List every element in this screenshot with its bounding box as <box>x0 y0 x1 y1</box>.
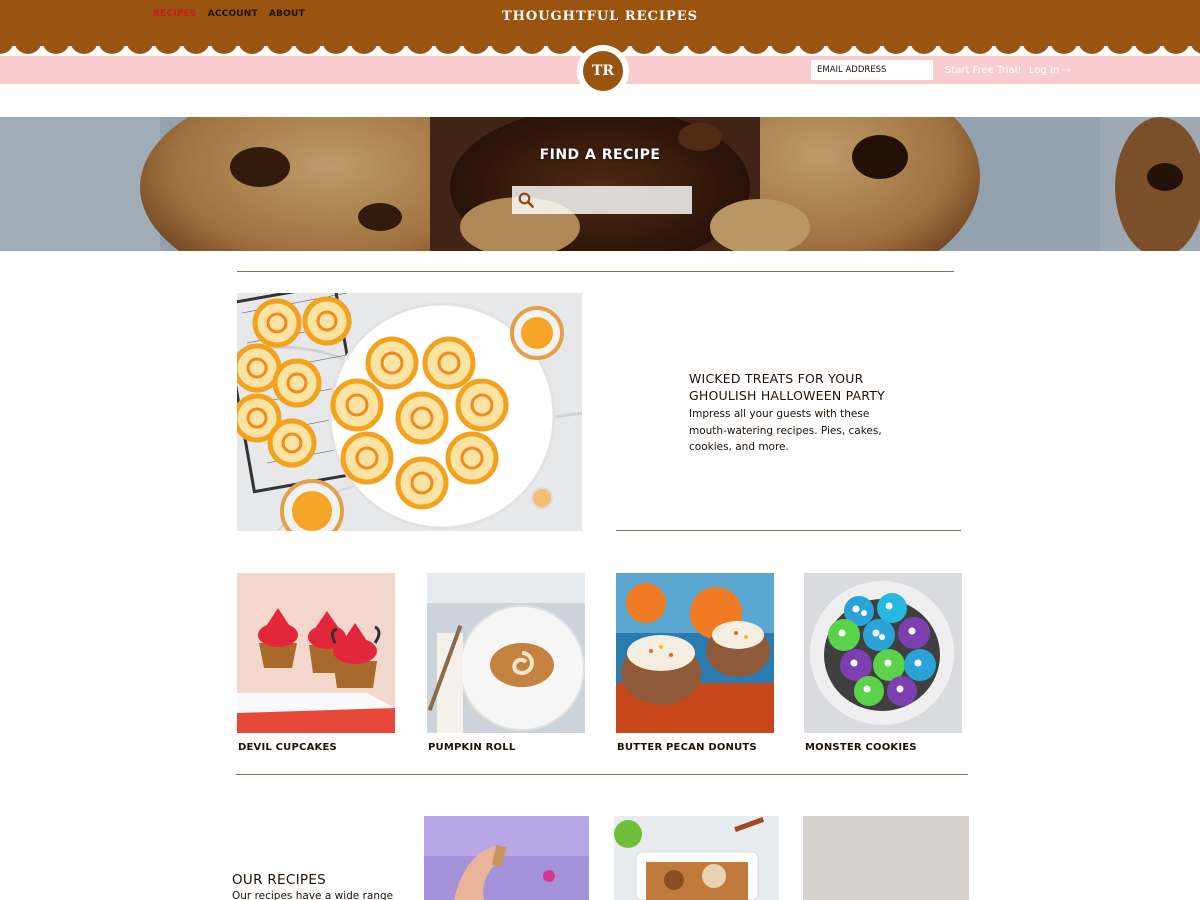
nav-link-about[interactable]: ABOUT <box>269 9 305 19</box>
monster-cookies-image[interactable] <box>804 573 962 733</box>
recipe-thumbnail[interactable] <box>614 816 779 900</box>
login-link[interactable]: Log in → <box>1029 65 1071 76</box>
search-icon[interactable] <box>512 186 540 214</box>
recipe-thumbnail[interactable] <box>424 816 589 900</box>
recipe-card[interactable]: PUMPKIN ROLL <box>427 573 585 753</box>
email-field[interactable] <box>811 60 933 80</box>
divider <box>616 530 961 531</box>
card-title[interactable]: DEVIL CUPCAKES <box>237 742 395 753</box>
card-title[interactable]: PUMPKIN ROLL <box>427 742 585 753</box>
devil-cupcakes-image[interactable] <box>237 573 395 733</box>
nav-link-recipes[interactable]: RECIPES <box>153 9 197 19</box>
recipe-search[interactable] <box>512 186 692 214</box>
pumpkin-roll-image[interactable] <box>427 573 585 733</box>
hero-banner <box>0 117 1200 251</box>
hero-cookie-image <box>0 117 1200 251</box>
recipe-card[interactable]: BUTTER PECAN DONUTS <box>616 573 774 753</box>
recipe-card[interactable]: MONSTER COOKIES <box>804 573 962 753</box>
our-recipes-description: Our recipes have a wide range <box>232 890 394 900</box>
feature-image[interactable] <box>237 293 582 531</box>
divider <box>236 774 968 775</box>
nav-link-account[interactable]: ACCOUNT <box>208 9 258 19</box>
main-nav: RECIPES ACCOUNT ABOUT <box>153 9 305 19</box>
feature-title[interactable]: WICKED TREATS FOR YOUR GHOULISH HALLOWEE… <box>689 370 899 404</box>
divider <box>237 271 954 272</box>
search-input[interactable] <box>540 186 692 214</box>
feature-description: Impress all your guests with these mouth… <box>689 408 882 453</box>
card-title[interactable]: BUTTER PECAN DONUTS <box>616 742 774 753</box>
start-trial-link[interactable]: Start Free Trial! <box>945 65 1021 76</box>
site-logo[interactable]: TR <box>581 49 625 93</box>
hero-title: FIND A RECIPE <box>539 147 661 163</box>
butter-pecan-donuts-image[interactable] <box>616 573 774 733</box>
card-title[interactable]: MONSTER COOKIES <box>804 742 962 753</box>
recipe-card[interactable]: DEVIL CUPCAKES <box>237 573 395 753</box>
our-recipes-title: OUR RECIPES <box>232 872 327 888</box>
recipe-thumbnail[interactable] <box>803 816 969 900</box>
